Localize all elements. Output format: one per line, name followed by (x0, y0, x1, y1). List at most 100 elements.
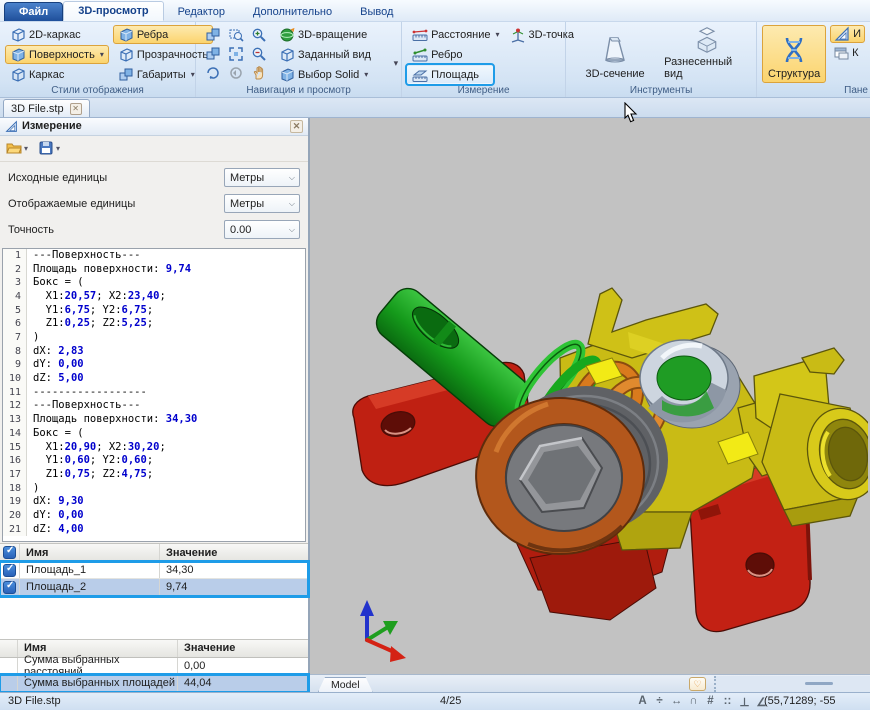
orbit-cubes-icon[interactable] (205, 27, 221, 43)
panel-close-icon[interactable]: ✕ (290, 119, 303, 133)
line-number: 15 (3, 440, 27, 455)
display-units-select[interactable]: Метры ⌵ (224, 194, 300, 214)
document-tab[interactable]: 3D File.stp ✕ (3, 99, 90, 117)
line-number: 13 (3, 413, 27, 427)
log-line: dX: 9,30 (33, 495, 84, 508)
osnap-toggle-icon[interactable]: ∩ (687, 695, 700, 709)
prism-section-icon (599, 34, 631, 66)
status-toggle-icons: A ÷ ↔ ∩ #:: ⊥ ∠ (636, 695, 768, 709)
scrollbar-thumb[interactable] (805, 682, 833, 685)
edge-button[interactable]: Ребро (407, 45, 479, 64)
open-results-button[interactable] (6, 140, 28, 156)
rotation-3d-button[interactable]: 3D-вращение (274, 25, 376, 44)
favorites-icon[interactable]: ♡ (689, 677, 706, 691)
line-number: 3 (3, 276, 27, 290)
log-line: ------------------ (33, 385, 147, 398)
line-number: 18 (3, 481, 27, 496)
viewport-3d[interactable]: Model ♡ (310, 118, 870, 692)
line-number: 8 (3, 344, 27, 359)
text-toggle-icon[interactable]: A (636, 695, 649, 709)
log-line: dZ: 4,00 (33, 522, 84, 535)
cube-transparent-icon (118, 47, 134, 63)
group-label-navigation: Навигация и просмотр (246, 85, 351, 96)
table-row-area-1[interactable]: Площадь_1 34,30 (0, 562, 308, 580)
rotate-35-icon[interactable] (205, 65, 221, 81)
save-floppy-icon (38, 140, 54, 156)
chevron-down-icon: ⌵ (288, 172, 295, 182)
structure-button[interactable]: Структура (762, 25, 827, 83)
group-label-display-styles: Стили отображения (51, 85, 144, 96)
nav-group-dropdown-icon[interactable]: ▾ (394, 58, 399, 69)
area-button[interactable]: Площадь (405, 63, 496, 86)
menu-tab-editor[interactable]: Редактор (164, 3, 239, 21)
log-line: Площадь поверхности: 34,30 (33, 413, 198, 426)
select-all-checkbox[interactable] (3, 545, 16, 560)
line-number: 10 (3, 372, 27, 386)
precision-select[interactable]: 0.00 ⌵ (224, 220, 300, 240)
source-units-select[interactable]: Метры ⌵ (224, 168, 300, 188)
divide-toggle-icon[interactable]: ÷ (653, 695, 666, 709)
group-label-panels: Пане (844, 85, 868, 96)
log-line: Y1:6,75; Y2:6,75; (33, 303, 154, 316)
select-solid-button[interactable]: Выбор Solid (274, 65, 376, 84)
wireframe-button[interactable]: Каркас (5, 65, 109, 84)
previous-view-icon[interactable] (228, 65, 244, 81)
areas-rows-annotation: Площадь_1 34,30 Площадь_2 9,74 (0, 560, 310, 599)
log-line: ) (33, 331, 40, 344)
layout-scrollbar[interactable] (714, 676, 870, 692)
menu-tab-output[interactable]: Вывод (346, 3, 407, 21)
measure-panel-title: Измерение (22, 120, 82, 133)
section-3d-button[interactable]: 3D-сечение (571, 25, 659, 83)
menu-tab-3d-view[interactable]: 3D-просмотр (63, 1, 164, 21)
exploded-view-button[interactable]: Разнесенный вид (663, 25, 751, 83)
zoom-window-icon[interactable] (228, 27, 244, 43)
zoom-in-icon[interactable] (251, 27, 267, 43)
pan-hand-icon[interactable] (251, 65, 267, 81)
status-coordinates: (55,71289; -55 (764, 695, 836, 707)
mouse-cursor (624, 102, 638, 123)
save-results-button[interactable] (38, 140, 60, 156)
totals-table: Имя Значение Сумма выбранных расстояний … (0, 638, 310, 694)
measure-panel-toggle[interactable]: И (830, 25, 865, 43)
menu-bar: Файл 3D-просмотр Редактор Дополнительно … (0, 0, 870, 22)
distance-button[interactable]: Расстояние (407, 25, 504, 44)
line-number: 7 (3, 331, 27, 345)
wireframe-2d-button[interactable]: 2D-каркас (5, 25, 109, 44)
zoom-extents-icon[interactable] (228, 46, 244, 62)
line-number: 21 (3, 522, 27, 537)
ribbon-group-display-styles: 2D-каркас Поверхность Каркас Ребра Прозр… (0, 22, 214, 97)
surface-button[interactable]: Поверхность (5, 45, 109, 64)
measure-log[interactable]: 1 ---Поверхность--- 2 Площадь поверхности: … (2, 247, 306, 543)
log-line: dX: 2,83 (33, 344, 84, 357)
row-checkbox[interactable] (3, 580, 16, 594)
log-line: Бокс = ( (33, 426, 84, 439)
snap-toggle-icon[interactable]: :: (721, 695, 734, 709)
log-line: dY: 0,00 (33, 508, 84, 521)
cube-extents-icon (118, 67, 134, 83)
grid-toggle-icon[interactable]: # (704, 695, 717, 709)
table-row-sum-distances[interactable]: Сумма выбранных расстояний 0,00 (0, 654, 308, 678)
areas-table: Имя Значение Площадь_1 34,30 Площадь_2 9… (0, 543, 310, 639)
log-line: ) (33, 481, 40, 494)
log-line: Площадь поверхности: 9,74 (33, 262, 192, 275)
line-number: 2 (3, 262, 27, 277)
menu-tab-file[interactable]: Файл (4, 2, 64, 21)
menu-tab-advanced[interactable]: Дополнительно (239, 3, 346, 21)
distance-toggle-icon[interactable]: ↔ (670, 695, 683, 709)
preset-view-button[interactable]: Заданный вид (274, 45, 376, 64)
zoom-out-icon[interactable] (251, 46, 267, 62)
row-checkbox[interactable] (3, 563, 16, 577)
triangle-ruler-icon (834, 26, 850, 42)
cube-solid-icon (10, 47, 26, 63)
model-tab[interactable]: Model (318, 677, 373, 692)
table-row-sum-areas[interactable]: Сумма выбранных площадей 44,04 (0, 672, 310, 694)
tab-close-icon[interactable]: ✕ (69, 102, 82, 115)
precision-label: Точность (8, 223, 54, 236)
log-line: X1:20,90; X2:30,20; (33, 440, 166, 453)
table-row-area-2[interactable]: Площадь_2 9,74 (0, 579, 308, 597)
triangle-ruler-icon (5, 120, 18, 133)
cube-wire-icon (279, 47, 295, 63)
commands-panel-toggle[interactable]: К (830, 44, 865, 62)
ortho-toggle-icon[interactable]: ⊥ (738, 695, 751, 709)
copy-view-icon[interactable] (205, 46, 221, 62)
